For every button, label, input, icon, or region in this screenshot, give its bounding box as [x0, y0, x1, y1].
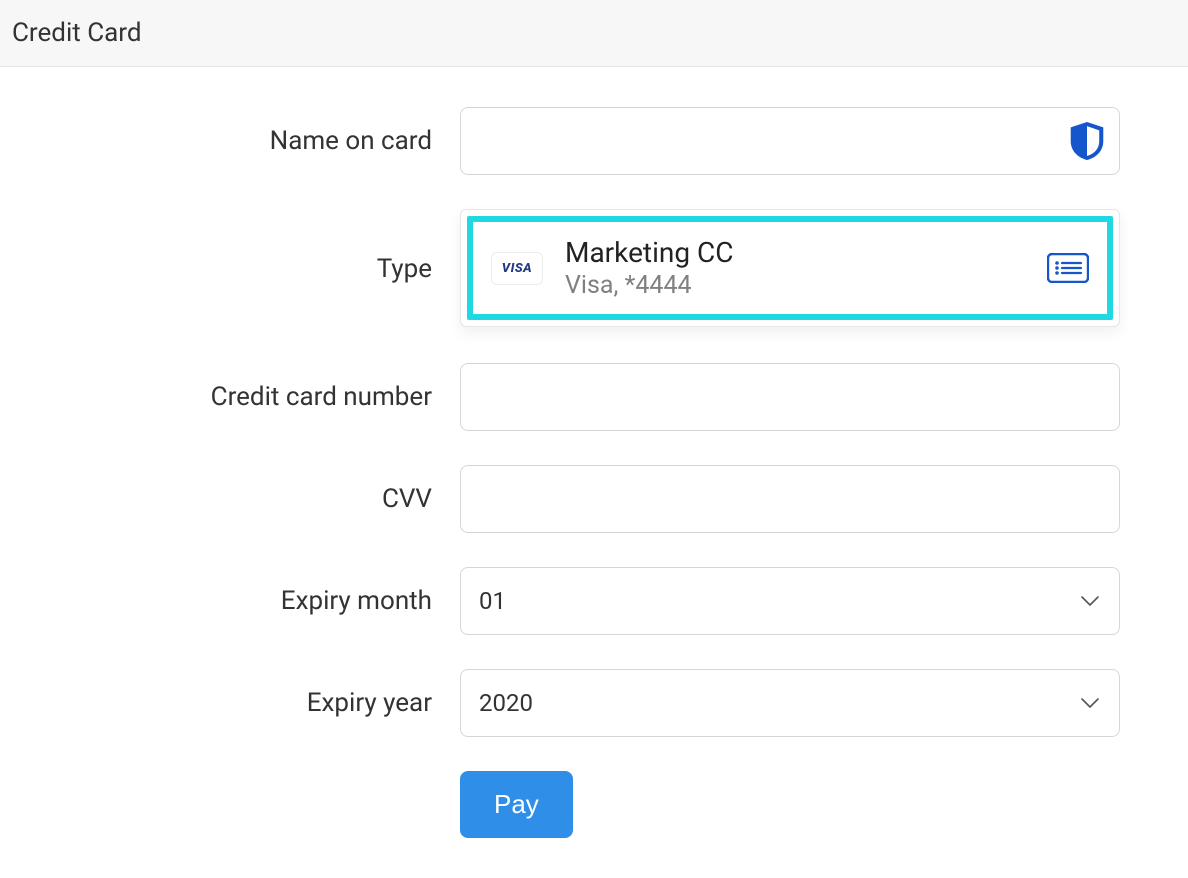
pay-button[interactable]: Pay	[460, 771, 573, 838]
expiry-month-value: 01	[479, 587, 506, 615]
row-cvv: CVV	[36, 465, 1152, 533]
row-name: Name on card	[36, 107, 1152, 175]
cc-number-label: Credit card number	[36, 382, 460, 412]
cvv-input[interactable]	[460, 465, 1120, 533]
credit-card-form: Name on card Type VISA Marketing CC Visa	[0, 67, 1188, 878]
name-input[interactable]	[460, 107, 1120, 175]
row-type: Type VISA Marketing CC Visa, *4444	[36, 209, 1152, 329]
cc-number-input[interactable]	[460, 363, 1120, 431]
autofill-suggestion[interactable]: VISA Marketing CC Visa, *4444	[467, 216, 1113, 320]
row-expiry-month: Expiry month 01	[36, 567, 1152, 635]
autofill-popup: VISA Marketing CC Visa, *4444	[460, 209, 1120, 327]
expiry-year-label: Expiry year	[36, 688, 460, 718]
suggestion-title: Marketing CC	[565, 236, 1025, 269]
suggestion-subtitle: Visa, *4444	[565, 271, 1025, 300]
expiry-year-value: 2020	[479, 689, 533, 717]
type-label: Type	[36, 254, 460, 284]
name-label: Name on card	[36, 126, 460, 156]
expiry-month-select[interactable]: 01	[460, 567, 1120, 635]
row-submit: Pay	[36, 771, 1152, 838]
visa-card-icon: VISA	[491, 252, 543, 285]
card-list-icon	[1047, 253, 1089, 283]
suggestion-text: Marketing CC Visa, *4444	[565, 236, 1025, 300]
expiry-year-select[interactable]: 2020	[460, 669, 1120, 737]
row-expiry-year: Expiry year 2020	[36, 669, 1152, 737]
row-cc-number: Credit card number	[36, 363, 1152, 431]
panel-header: Credit Card	[0, 0, 1188, 67]
panel-title: Credit Card	[12, 18, 142, 48]
expiry-month-label: Expiry month	[36, 586, 460, 616]
cvv-label: CVV	[36, 484, 460, 514]
